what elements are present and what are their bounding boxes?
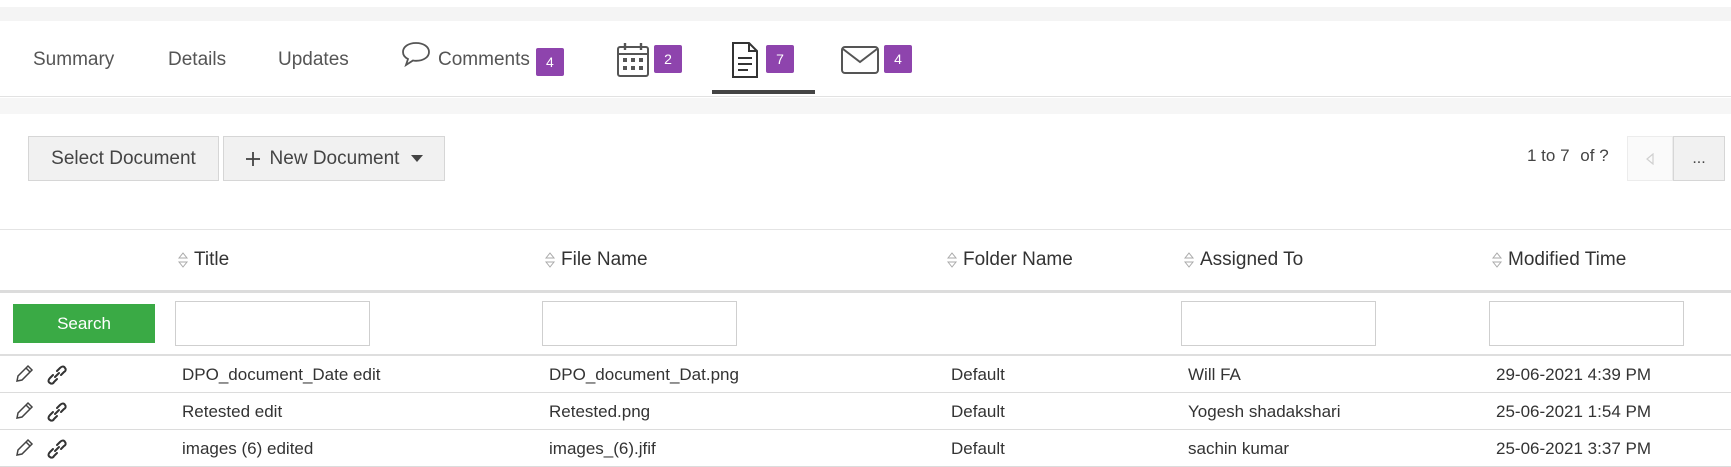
row-assigned-to: Will FA bbox=[1188, 365, 1241, 384]
title-filter-input[interactable] bbox=[175, 301, 370, 346]
plus-icon bbox=[245, 151, 261, 167]
column-header-file-name[interactable]: File Name bbox=[544, 249, 648, 271]
tab-comments-label: Comments bbox=[438, 48, 530, 70]
chevron-left-icon bbox=[1646, 152, 1654, 165]
edit-icon[interactable] bbox=[14, 438, 34, 463]
row-title: images (6) edited bbox=[182, 439, 314, 458]
sort-icon bbox=[1183, 252, 1195, 268]
header-divider bbox=[0, 290, 1731, 293]
row-assigned-to: Yogesh shadakshari bbox=[1188, 402, 1341, 421]
sort-icon bbox=[946, 252, 958, 268]
calendar-count-badge: 2 bbox=[654, 44, 682, 73]
mail-count-badge: 4 bbox=[884, 44, 912, 73]
new-document-label: New Document bbox=[269, 147, 400, 169]
tab-updates-label: Updates bbox=[278, 48, 349, 70]
column-header-modified-time[interactable]: Modified Time bbox=[1491, 249, 1626, 271]
row-modified-time: 25-06-2021 3:37 PM bbox=[1496, 439, 1651, 458]
row-folder: Default bbox=[951, 402, 1005, 421]
chevron-down-icon bbox=[411, 155, 424, 162]
column-header-modified-time-label: Modified Time bbox=[1508, 249, 1627, 270]
row-file-name: DPO_document_Dat.png bbox=[549, 365, 739, 384]
edit-icon[interactable] bbox=[14, 401, 34, 426]
sort-icon bbox=[544, 252, 556, 268]
pager-info: 1 to 7 of ? bbox=[1527, 146, 1609, 166]
top-strip bbox=[0, 7, 1731, 21]
column-header-folder-name[interactable]: Folder Name bbox=[946, 249, 1073, 271]
column-header-assigned-to[interactable]: Assigned To bbox=[1183, 249, 1303, 271]
sort-icon bbox=[177, 252, 189, 268]
pager-total: ? bbox=[1599, 146, 1609, 165]
search-button[interactable]: Search bbox=[13, 304, 155, 343]
assigned-to-filter-input[interactable] bbox=[1181, 301, 1376, 346]
column-header-title-label: Title bbox=[194, 249, 230, 270]
column-header-assigned-to-label: Assigned To bbox=[1200, 249, 1304, 270]
pager-range: 1 to 7 bbox=[1527, 146, 1570, 165]
row-folder: Default bbox=[951, 439, 1005, 458]
tab-calendar[interactable]: 2 bbox=[616, 22, 682, 97]
row-folder: Default bbox=[951, 365, 1005, 384]
comment-icon bbox=[400, 40, 432, 68]
table-row[interactable]: Retested edit Retested.png Default Yoges… bbox=[0, 393, 1731, 430]
tab-comments[interactable]: Comments 4 bbox=[400, 22, 564, 97]
modified-time-filter-input[interactable] bbox=[1489, 301, 1684, 346]
search-button-label: Search bbox=[57, 313, 111, 333]
row-title: DPO_document_Date edit bbox=[182, 365, 381, 384]
select-document-label: Select Document bbox=[51, 147, 196, 169]
column-header-file-name-label: File Name bbox=[561, 249, 648, 270]
tab-summary-label: Summary bbox=[33, 48, 115, 70]
row-modified-time: 25-06-2021 1:54 PM bbox=[1496, 402, 1651, 421]
row-file-name: images_(6).jfif bbox=[549, 439, 656, 458]
table-row[interactable]: images (6) edited images_(6).jfif Defaul… bbox=[0, 430, 1731, 467]
select-document-button[interactable]: Select Document bbox=[28, 136, 219, 181]
calendar-icon bbox=[616, 41, 650, 79]
new-document-button[interactable]: New Document bbox=[223, 136, 445, 181]
tab-details[interactable]: Details bbox=[168, 22, 226, 97]
tab-summary[interactable]: Summary bbox=[33, 22, 114, 97]
sort-icon bbox=[1491, 252, 1503, 268]
link-icon[interactable] bbox=[46, 401, 68, 428]
row-modified-time: 29-06-2021 4:39 PM bbox=[1496, 365, 1651, 384]
table-row[interactable]: DPO_document_Date edit DPO_document_Dat.… bbox=[0, 356, 1731, 393]
edit-icon[interactable] bbox=[14, 364, 34, 389]
more-label: ... bbox=[1692, 149, 1706, 167]
pager-of: of bbox=[1580, 146, 1595, 165]
more-options-button[interactable]: ... bbox=[1673, 136, 1725, 181]
tab-bar: Summary Details Updates Comments 4 2 7 4 bbox=[0, 22, 1731, 97]
section-divider bbox=[0, 98, 1731, 114]
row-title: Retested edit bbox=[182, 402, 283, 421]
mail-icon bbox=[840, 44, 880, 76]
document-icon bbox=[730, 41, 760, 79]
comments-count-badge: 4 bbox=[535, 47, 564, 76]
file-name-filter-input[interactable] bbox=[542, 301, 737, 346]
row-assigned-to: sachin kumar bbox=[1188, 439, 1290, 458]
column-header-title[interactable]: Title bbox=[177, 249, 229, 271]
column-header-folder-name-label: Folder Name bbox=[963, 249, 1073, 270]
previous-page-button[interactable] bbox=[1627, 136, 1673, 181]
tab-details-label: Details bbox=[168, 48, 227, 70]
link-icon[interactable] bbox=[46, 438, 68, 465]
tab-documents[interactable]: 7 bbox=[730, 22, 794, 97]
documents-count-badge: 7 bbox=[766, 44, 794, 73]
active-tab-indicator bbox=[712, 90, 815, 94]
link-icon[interactable] bbox=[46, 364, 68, 391]
table-top-border bbox=[0, 229, 1731, 230]
tab-updates[interactable]: Updates bbox=[278, 22, 349, 97]
row-file-name: Retested.png bbox=[549, 402, 651, 421]
tab-mail[interactable]: 4 bbox=[840, 22, 912, 97]
